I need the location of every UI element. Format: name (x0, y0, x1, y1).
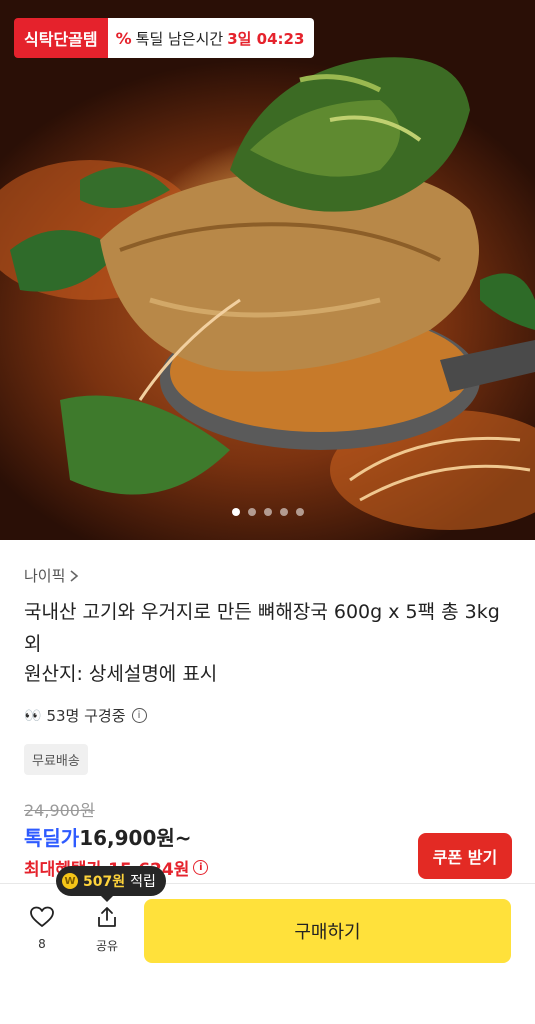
share-button[interactable]: 공유 (90, 905, 124, 954)
like-button[interactable]: 8 (26, 905, 58, 951)
points-tooltip: W 507원 적립 (56, 866, 166, 902)
info-icon[interactable]: i (193, 860, 209, 875)
coupon-button[interactable]: 쿠폰 받기 (418, 833, 512, 879)
product-hero-image[interactable]: 식탁단골템 % 톡딜 남은시간 3일 04:23 (0, 0, 535, 540)
buy-button[interactable]: 구매하기 (144, 899, 511, 963)
deal-timer: % 톡딜 남은시간 3일 04:23 (107, 18, 315, 58)
food-photo (0, 57, 535, 530)
product-title: 국내산 고기와 우거지로 만든 뼈해장국 600g x 5팩 총 3kg 외 (24, 601, 500, 655)
deal-timer-label: 톡딜 남은시간 (135, 29, 224, 48)
eyes-icon: 👀 (24, 707, 41, 724)
viewer-count: 👀 53명 구경중 i (24, 705, 147, 726)
heart-icon (30, 906, 54, 927)
share-label: 공유 (95, 939, 119, 953)
points-suffix: 적립 (130, 874, 156, 890)
percent-icon: % (115, 28, 132, 48)
carousel-dot[interactable] (279, 508, 288, 516)
deal-price: 16,900원~ (79, 826, 192, 850)
original-price: 24,900원 (24, 801, 95, 820)
promo-badge: 식탁단골템 % 톡딜 남은시간 3일 04:23 (14, 18, 315, 58)
share-icon (98, 907, 116, 927)
like-count: 8 (38, 937, 46, 951)
carousel-indicator (0, 508, 535, 516)
deal-timer-value: 3일 04:23 (227, 29, 305, 48)
carousel-dot[interactable] (295, 508, 304, 516)
seller-name: 나이픽 (24, 567, 66, 585)
deal-price-label: 톡딜가 (24, 826, 80, 850)
deal-price-row: 톡딜가 16,900원~ (24, 822, 192, 851)
seller-link[interactable]: 나이픽 (24, 565, 79, 586)
badge-label: 식탁단골템 (14, 18, 108, 58)
carousel-dot[interactable] (231, 508, 240, 516)
points-value: 507원 (83, 874, 126, 890)
free-shipping-tag: 무료배송 (24, 744, 88, 775)
product-origin: 원산지: 상세설명에 표시 (24, 663, 218, 685)
info-icon[interactable]: i (131, 708, 147, 723)
carousel-dot[interactable] (263, 508, 272, 516)
viewer-count-text: 53명 구경중 (46, 707, 126, 725)
carousel-dot[interactable] (247, 508, 256, 516)
tooltip-tail (101, 896, 113, 902)
chevron-right-icon (70, 569, 79, 582)
coin-icon: W (62, 873, 78, 889)
